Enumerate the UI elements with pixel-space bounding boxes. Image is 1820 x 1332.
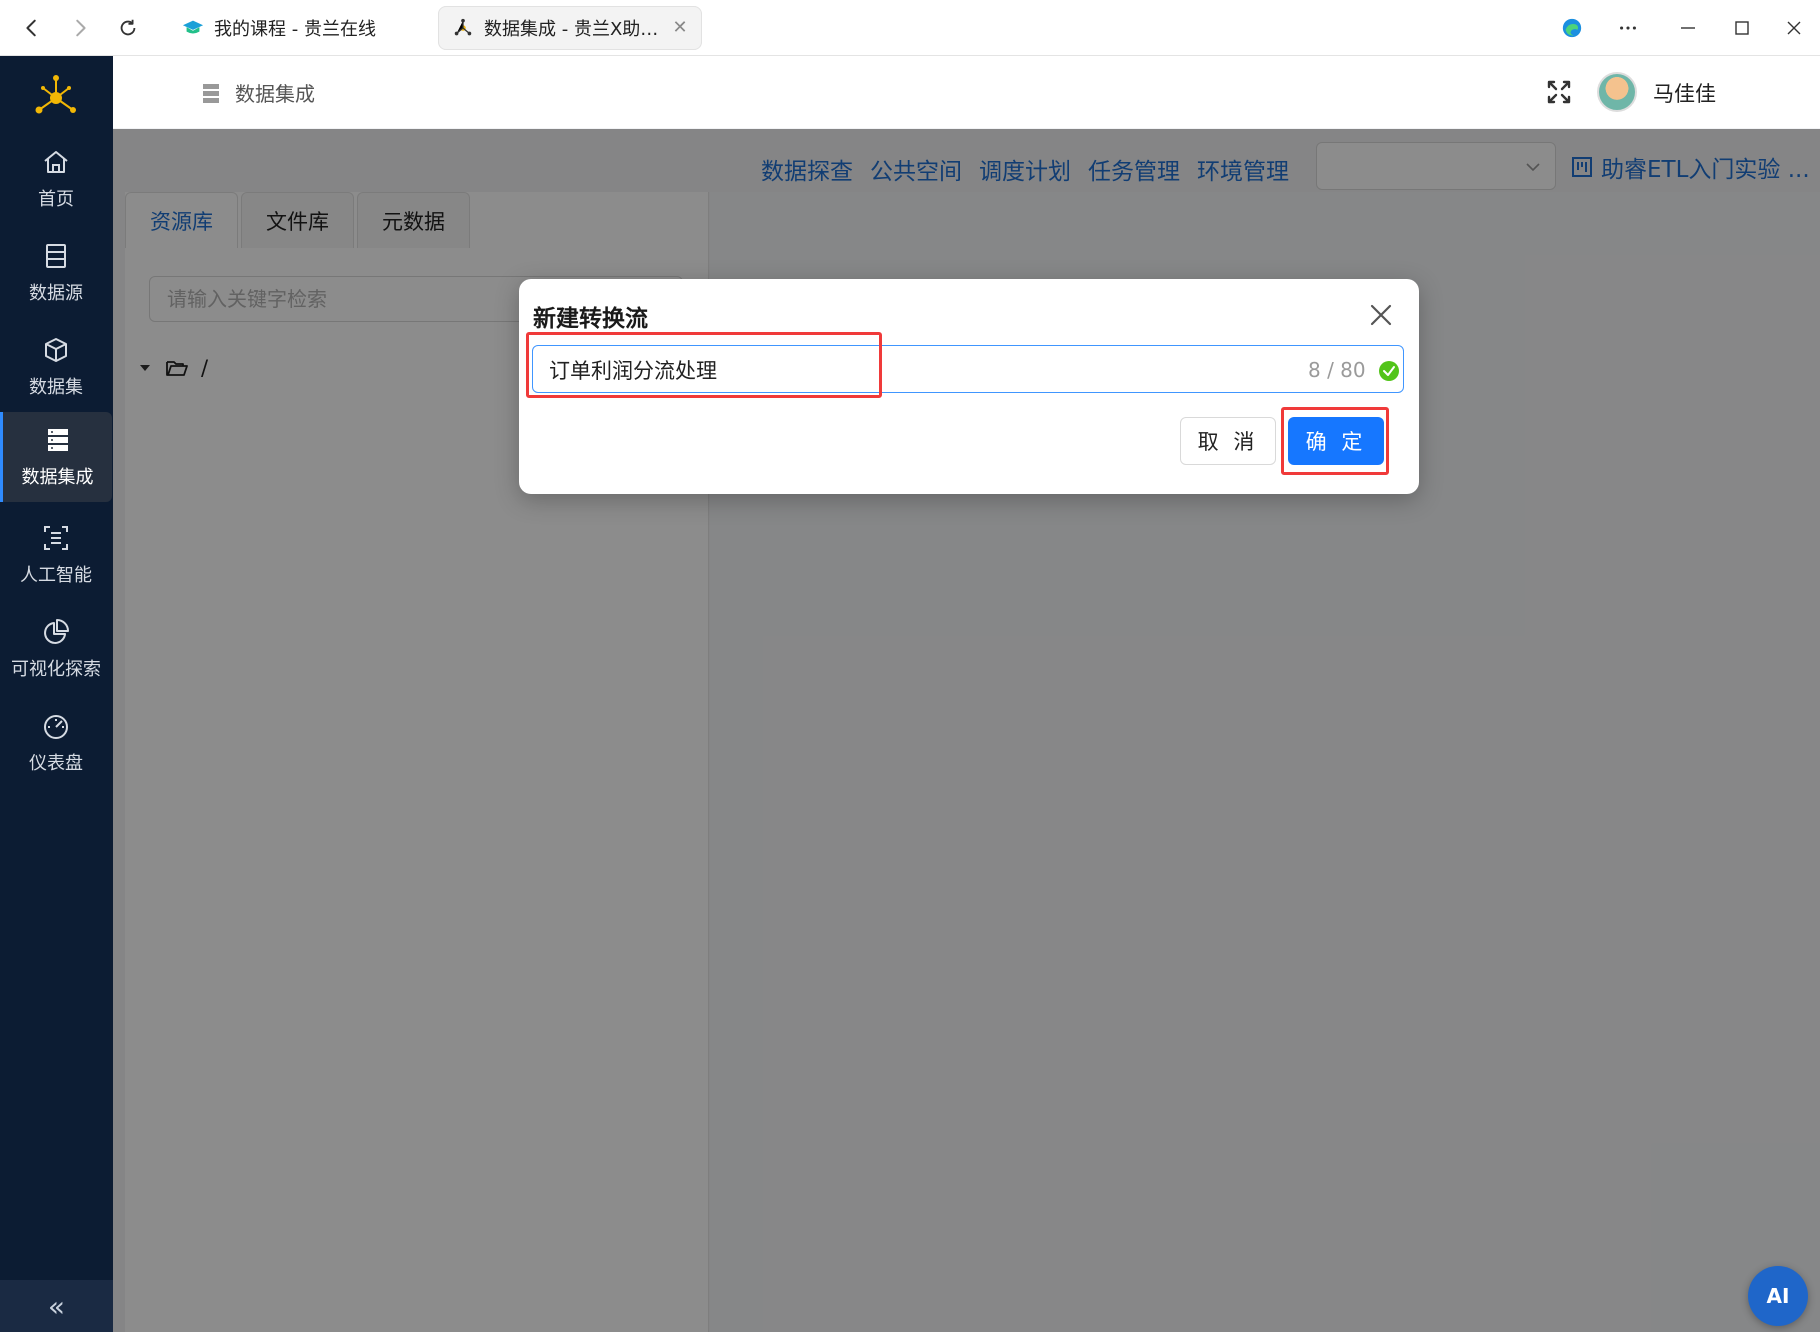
- app-logo-icon: [454, 18, 472, 36]
- maximize-button[interactable]: [1716, 6, 1768, 50]
- tab-label: 我的课程 - 贵兰在线: [214, 19, 376, 40]
- sidebar-item-label: 人工智能: [20, 565, 92, 586]
- user-name[interactable]: 马佳佳: [1653, 78, 1716, 108]
- reload-button[interactable]: [108, 8, 148, 48]
- cancel-button[interactable]: 取 消: [1180, 417, 1276, 465]
- ellipsis-icon: [1620, 26, 1636, 30]
- ai-icon: [44, 526, 68, 550]
- edge-copilot-button[interactable]: [1552, 8, 1592, 48]
- breadcrumb: 数据集成: [201, 78, 315, 107]
- fullscreen-icon[interactable]: [1543, 76, 1575, 108]
- char-counter: 8 / 80: [1308, 358, 1366, 382]
- sidebar-item-ai[interactable]: 人工智能: [0, 510, 112, 600]
- minimize-icon: [1681, 27, 1695, 29]
- transform-name-input[interactable]: [549, 354, 1249, 386]
- breadcrumb-label: 数据集成: [235, 82, 315, 106]
- cube-icon: [45, 338, 67, 362]
- sidebar-item-visual-explore[interactable]: 可视化探索: [0, 604, 112, 694]
- server-icon: [203, 83, 219, 103]
- graduation-cap-icon: [182, 20, 204, 34]
- pie-icon: [44, 619, 69, 644]
- back-arrow-icon: [26, 19, 36, 37]
- server-icon: [47, 429, 68, 451]
- close-icon: [1787, 21, 1801, 35]
- tab-label: 数据集成 - 贵兰X助睿...: [484, 19, 664, 40]
- double-chevron-left-icon: «: [47, 1289, 66, 1323]
- datasource-icon: [46, 244, 66, 268]
- check-circle-icon: [1379, 361, 1399, 381]
- sidebar-item-label: 仪表盘: [29, 753, 83, 774]
- sidebar-item-dataset[interactable]: 数据集: [0, 322, 112, 412]
- app-logo[interactable]: [29, 70, 83, 124]
- browser-tab-courses[interactable]: 我的课程 - 贵兰在线: [168, 6, 436, 50]
- forward-arrow-icon: [76, 19, 86, 37]
- tab-close-icon[interactable]: ✕: [672, 19, 688, 37]
- sidebar-item-home[interactable]: 首页: [0, 134, 112, 224]
- sidebar-item-label: 数据源: [29, 283, 83, 304]
- sidebar-item-dashboard[interactable]: 仪表盘: [0, 698, 112, 788]
- confirm-button[interactable]: 确 定: [1288, 417, 1384, 465]
- transform-name-field[interactable]: 8 / 80: [532, 345, 1404, 393]
- more-menu-button[interactable]: [1608, 8, 1648, 48]
- sidebar-item-label: 首页: [38, 189, 74, 210]
- sidebar: 首页 数据源 数据集 数据集成 人工智能 可视化探索 仪表盘 «: [0, 56, 113, 1332]
- edge-icon: [1562, 18, 1582, 38]
- browser-chrome: 我的课程 - 贵兰在线 数据集成 - 贵兰X助睿... ✕: [0, 0, 1820, 56]
- close-icon[interactable]: [1367, 301, 1395, 329]
- new-transform-dialog: 新建转换流 8 / 80 取 消 确 定: [519, 279, 1419, 494]
- sidebar-item-data-integration[interactable]: 数据集成: [0, 412, 112, 502]
- top-header: 数据集成 马佳佳: [113, 56, 1820, 128]
- sidebar-collapse-button[interactable]: «: [0, 1280, 113, 1332]
- browser-tab-data-integration[interactable]: 数据集成 - 贵兰X助睿... ✕: [438, 6, 702, 50]
- maximize-icon: [1735, 21, 1749, 35]
- avatar[interactable]: [1597, 72, 1637, 112]
- reload-icon: [120, 19, 136, 36]
- minimize-button[interactable]: [1662, 6, 1714, 50]
- dialog-title: 新建转换流: [533, 306, 648, 332]
- sidebar-item-label: 数据集: [29, 377, 83, 398]
- sidebar-item-datasource[interactable]: 数据源: [0, 228, 112, 318]
- close-window-button[interactable]: [1768, 6, 1820, 50]
- forward-button[interactable]: [60, 8, 100, 48]
- ai-assistant-button[interactable]: AI: [1748, 1266, 1808, 1326]
- sidebar-item-label: 可视化探索: [11, 659, 101, 680]
- home-icon: [44, 151, 68, 173]
- gauge-icon: [44, 715, 68, 739]
- sidebar-item-label: 数据集成: [21, 467, 94, 488]
- back-button[interactable]: [12, 8, 52, 48]
